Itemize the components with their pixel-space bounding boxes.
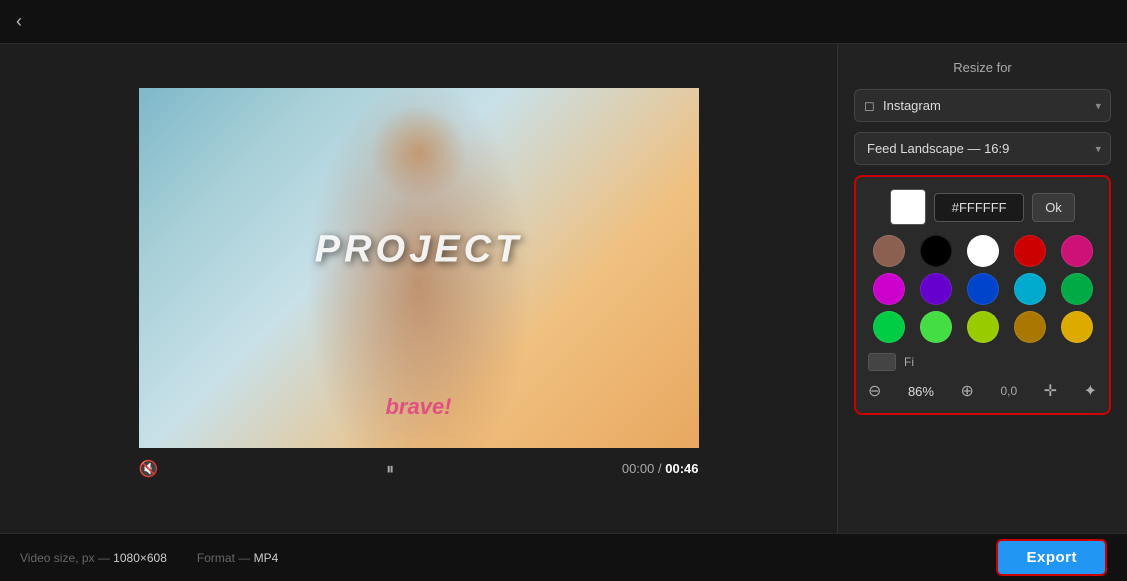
color-ok-button[interactable]: Ok bbox=[1032, 193, 1075, 222]
resize-for-label: Resize for bbox=[854, 60, 1111, 75]
format-bottom-select[interactable]: MP4 MOV GIF bbox=[254, 551, 282, 565]
format-label: Format — bbox=[197, 551, 250, 565]
color-input-row: #FFFFFF Ok bbox=[868, 189, 1097, 225]
controls-right: 00:00 / 00:46 bbox=[622, 461, 699, 476]
swatch-pink[interactable] bbox=[1061, 235, 1093, 267]
swatch-green[interactable] bbox=[1061, 273, 1093, 305]
fill-checkbox[interactable] bbox=[868, 353, 896, 371]
time-total: 00:46 bbox=[665, 461, 698, 476]
platform-select[interactable]: Instagram YouTube Facebook TikTok bbox=[854, 89, 1111, 122]
project-text-overlay: PROJECT bbox=[315, 229, 522, 272]
brave-text-overlay: brave! bbox=[385, 394, 451, 420]
format-info: Format — MP4 MOV GIF bbox=[197, 551, 282, 565]
fill-label: Fi bbox=[904, 355, 914, 369]
swatch-brown[interactable] bbox=[873, 235, 905, 267]
bottom-info: Video size, px — 1080×608 Format — MP4 M… bbox=[20, 551, 282, 565]
swatch-blue[interactable] bbox=[967, 273, 999, 305]
swatch-cyan[interactable] bbox=[1014, 273, 1046, 305]
swatch-bright-green[interactable] bbox=[920, 311, 952, 343]
swatch-white[interactable] bbox=[967, 235, 999, 267]
effects-icon[interactable]: ✦ bbox=[1084, 381, 1097, 401]
platform-select-wrapper: ◻ Instagram YouTube Facebook TikTok ▾ bbox=[854, 89, 1111, 122]
fill-row: Fi bbox=[868, 353, 1097, 371]
swatch-magenta[interactable] bbox=[873, 273, 905, 305]
time-current: 00:00 bbox=[622, 461, 655, 476]
controls-center: ⏸ bbox=[386, 458, 394, 479]
instagram-icon: ◻ bbox=[864, 98, 875, 114]
video-thumbnail: PROJECT brave! bbox=[139, 88, 699, 448]
export-button[interactable]: Export bbox=[996, 539, 1107, 576]
controls-left: 🔇 bbox=[139, 459, 159, 479]
video-container[interactable]: PROJECT brave! bbox=[139, 88, 699, 448]
color-picker-panel: #FFFFFF Ok bbox=[854, 175, 1111, 415]
swatch-dark-gold[interactable] bbox=[1014, 311, 1046, 343]
color-swatch-preview[interactable] bbox=[890, 189, 926, 225]
format-select-wrapper: Feed Landscape — 16:9 Feed Square — 1:1 … bbox=[854, 132, 1111, 165]
zoom-in-icon[interactable]: ⊕ bbox=[961, 381, 974, 401]
pause-button[interactable]: ⏸ bbox=[386, 461, 394, 478]
swatch-gold[interactable] bbox=[1061, 311, 1093, 343]
swatch-yellow-green[interactable] bbox=[967, 311, 999, 343]
video-size-label: Video size, px — bbox=[20, 551, 110, 565]
right-panel: Resize for ◻ Instagram YouTube Facebook … bbox=[837, 44, 1127, 533]
bottom-bar: Video size, px — 1080×608 Format — MP4 M… bbox=[0, 533, 1127, 581]
time-display: 00:00 / 00:46 bbox=[622, 461, 699, 476]
color-hex-input[interactable]: #FFFFFF bbox=[934, 193, 1024, 222]
main-content: PROJECT brave! 🔇 ⏸ 00:00 / 00:46 Resize … bbox=[0, 44, 1127, 533]
move-icon[interactable]: ✛ bbox=[1044, 381, 1057, 401]
video-controls: 🔇 ⏸ 00:00 / 00:46 bbox=[139, 448, 699, 489]
video-size-info: Video size, px — 1080×608 bbox=[20, 551, 167, 565]
video-size-value: 1080×608 bbox=[113, 551, 167, 565]
mute-icon[interactable]: 🔇 bbox=[139, 459, 159, 479]
position-display: 0,0 bbox=[1000, 384, 1017, 398]
swatch-purple[interactable] bbox=[920, 273, 952, 305]
format-select[interactable]: Feed Landscape — 16:9 Feed Square — 1:1 … bbox=[854, 132, 1111, 165]
swatch-black[interactable] bbox=[920, 235, 952, 267]
zoom-percentage: 86% bbox=[908, 384, 934, 399]
swatch-lime-green[interactable] bbox=[873, 311, 905, 343]
video-area: PROJECT brave! 🔇 ⏸ 00:00 / 00:46 bbox=[0, 44, 837, 533]
color-swatches-grid bbox=[868, 235, 1097, 343]
back-button[interactable]: ‹ bbox=[16, 11, 22, 32]
bottom-controls-row: ⊖ 86% ⊕ 0,0 ✛ ✦ bbox=[868, 381, 1097, 401]
swatch-red[interactable] bbox=[1014, 235, 1046, 267]
top-bar: ‹ bbox=[0, 0, 1127, 44]
zoom-out-icon[interactable]: ⊖ bbox=[868, 381, 881, 401]
